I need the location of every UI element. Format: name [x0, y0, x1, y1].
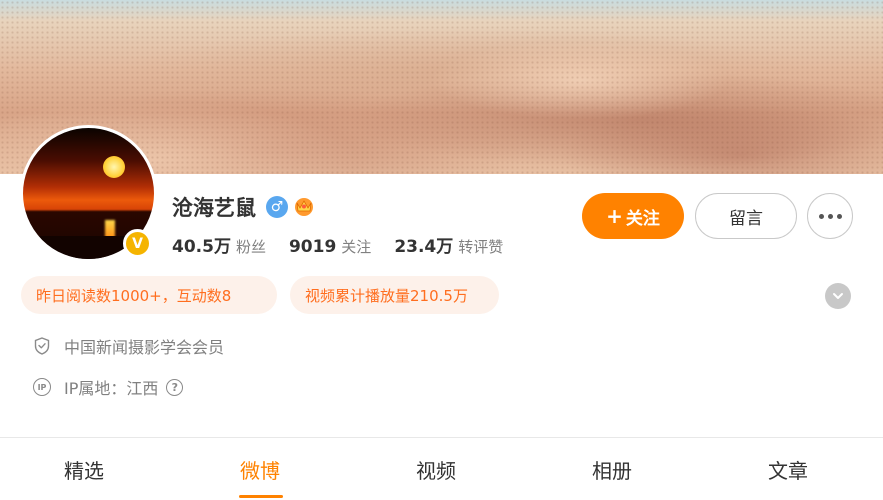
tab-video[interactable]: 视频 — [416, 455, 456, 484]
profile-stats: 40.5万 粉丝 9019 关注 23.4万 转评赞 — [172, 232, 526, 257]
expand-button[interactable] — [825, 283, 851, 309]
membership-text: 中国新闻摄影学会会员 — [64, 338, 225, 357]
ip-location-text: IP属地：江西 — [64, 379, 159, 398]
plus-icon: + — [606, 204, 623, 228]
chevron-down-icon — [833, 293, 843, 299]
more-dots-icon — [818, 213, 824, 219]
message-button-label: 留言 — [729, 208, 763, 229]
stat-label: 粉丝 — [235, 238, 266, 256]
active-tab-indicator — [239, 495, 283, 498]
tab-featured[interactable]: 精选 — [64, 455, 104, 484]
stat-label: 关注 — [341, 238, 372, 256]
help-icon[interactable]: ? — [166, 378, 184, 396]
stat-following[interactable]: 9019 关注 — [289, 236, 371, 257]
message-button[interactable]: 留言 — [695, 193, 797, 239]
tab-album[interactable]: 相册 — [592, 455, 632, 484]
ip-location-icon: IP — [33, 378, 51, 396]
follow-button[interactable]: + 关注 — [582, 193, 684, 239]
profile-name: 沧海艺鼠 — [172, 196, 256, 220]
ip-location-info: IP IP属地：江西 ? — [33, 375, 184, 399]
vip-crown-icon[interactable] — [292, 194, 316, 218]
video-plays-tag-label: 视频累计播放量210.5万 — [305, 286, 468, 305]
stat-value: 23.4万 — [394, 237, 454, 257]
stat-value: 40.5万 — [172, 237, 231, 257]
stat-interactions[interactable]: 23.4万 转评赞 — [394, 232, 503, 257]
reads-tag-label: 昨日阅读数1000+，互动数8 — [36, 286, 232, 305]
tab-articles[interactable]: 文章 — [768, 455, 808, 484]
profile-tabs: 精选 微博 视频 相册 文章 — [0, 438, 883, 500]
more-dots-icon — [836, 213, 842, 219]
video-plays-tag[interactable]: 视频累计播放量210.5万 — [290, 276, 499, 314]
profile-page: V 沧海艺鼠 ♂ 40.5万 粉丝 9019 关注 23.4万 转评赞 + 关注… — [0, 0, 883, 500]
more-dots-icon — [827, 213, 833, 219]
stat-value: 9019 — [288, 237, 337, 257]
avatar-sun — [103, 156, 125, 178]
verified-badge-icon: V — [123, 229, 152, 258]
male-icon: ♂ — [266, 196, 288, 218]
stat-label: 转评赞 — [458, 238, 504, 256]
follow-button-label: 关注 — [625, 208, 660, 229]
shield-icon — [33, 337, 51, 355]
more-button[interactable] — [807, 193, 853, 239]
stat-followers[interactable]: 40.5万 粉丝 — [172, 232, 266, 257]
reads-tag[interactable]: 昨日阅读数1000+，互动数8 — [21, 276, 277, 314]
tab-weibo[interactable]: 微博 — [240, 455, 280, 484]
membership-info: 中国新闻摄影学会会员 — [33, 334, 224, 358]
